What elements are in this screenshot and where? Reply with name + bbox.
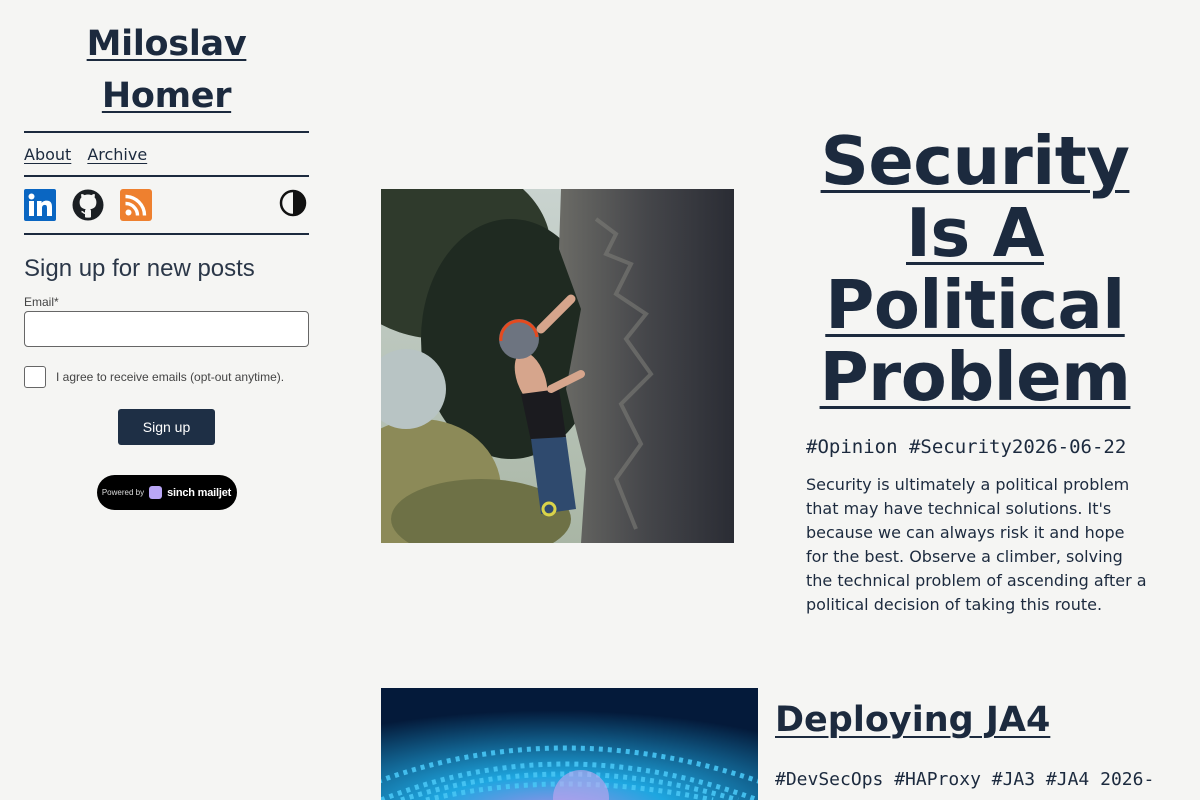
post-title-security: Security Is A Political Problem	[790, 125, 1160, 413]
post-title-ja4: Deploying JA4	[775, 700, 1050, 740]
sidebar: Miloslav Homer About Archive Sign up for…	[24, 18, 309, 510]
post-title-link[interactable]: Deploying JA4	[775, 700, 1050, 740]
github-icon[interactable]	[72, 189, 104, 221]
consent-checkbox[interactable]	[24, 366, 46, 388]
post-meta: #Opinion #Security2026-06-22	[806, 436, 1126, 458]
post-meta: #DevSecOps #HAProxy #JA3 #JA4 2026-	[775, 769, 1155, 790]
signup-title: Sign up for new posts	[24, 255, 255, 282]
social-links	[24, 177, 309, 233]
email-field[interactable]	[24, 311, 309, 347]
nav-archive-link[interactable]: Archive	[87, 145, 147, 164]
post-excerpt: Security is ultimately a political probl…	[806, 475, 1147, 614]
post-title-link[interactable]: Security Is A Political Problem	[820, 122, 1131, 416]
sign-up-button[interactable]: Sign up	[118, 409, 215, 445]
email-label: Email*	[24, 295, 59, 309]
powered-by-text: Powered by	[101, 488, 145, 497]
linkedin-icon[interactable]	[24, 189, 56, 221]
post-meta-text: #Opinion #Security2026-06-22	[806, 436, 1127, 458]
nav-about-link[interactable]: About	[24, 145, 71, 164]
powered-by-badge[interactable]: Powered by sinch mailjet	[96, 475, 237, 510]
post-image-fingerprint[interactable]	[381, 688, 758, 800]
divider	[24, 233, 309, 235]
newsletter-signup-form: Sign up for new posts Email* I agree to …	[24, 255, 309, 510]
site-title-link[interactable]: Miloslav Homer	[24, 18, 309, 122]
mailjet-logo-icon	[149, 486, 163, 499]
main-nav: About Archive	[24, 133, 309, 175]
consent-label: I agree to receive emails (opt-out anyti…	[56, 370, 285, 384]
consent-row: I agree to receive emails (opt-out anyti…	[24, 366, 309, 388]
post-image-climber[interactable]	[381, 189, 734, 543]
rss-icon[interactable]	[120, 189, 152, 221]
brand-name: sinch mailjet	[167, 486, 232, 499]
theme-toggle-icon[interactable]	[279, 189, 307, 217]
